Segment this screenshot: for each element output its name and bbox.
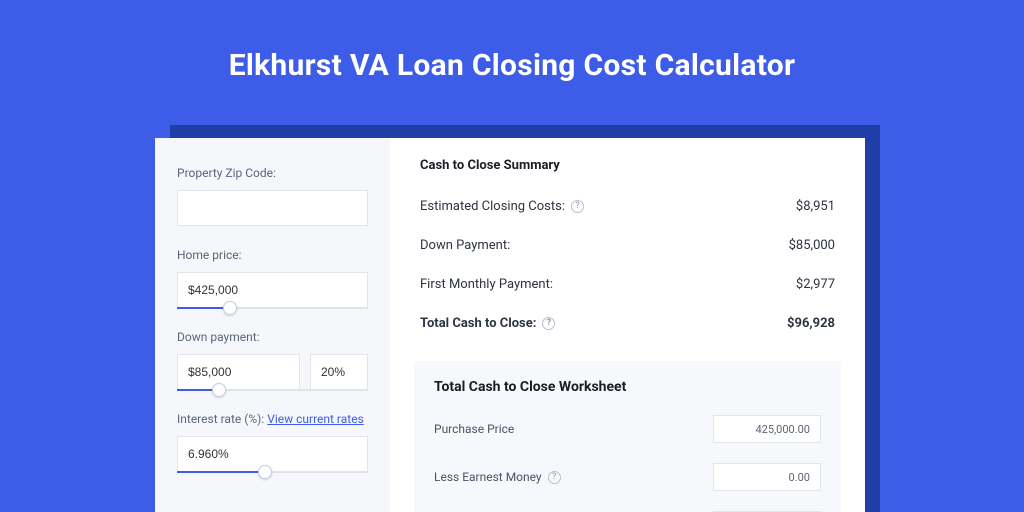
summary-key: First Monthly Payment: <box>420 277 553 292</box>
summary-total-key: Total Cash to Close: <box>420 316 536 331</box>
summary-key: Down Payment: <box>420 238 510 253</box>
home-price-input[interactable] <box>177 272 368 308</box>
interest-block: Interest rate (%): View current rates <box>177 412 368 472</box>
slider-thumb-icon[interactable] <box>212 383 226 397</box>
help-icon[interactable]: ? <box>548 471 561 484</box>
summary-value: $8,951 <box>796 199 835 214</box>
calculator-panel: Property Zip Code: Home price: Down paym… <box>155 138 865 512</box>
summary-key: Estimated Closing Costs: <box>420 199 565 214</box>
summary-heading: Cash to Close Summary <box>414 156 841 187</box>
worksheet-row: Purchase Price 425,000.00 <box>434 415 821 443</box>
summary-row: First Monthly Payment: $2,977 <box>414 265 841 304</box>
summary-total-row: Total Cash to Close: ? $96,928 <box>414 304 841 343</box>
down-payment-block: Down payment: <box>177 330 368 390</box>
down-payment-input[interactable] <box>177 354 300 390</box>
inputs-column: Property Zip Code: Home price: Down paym… <box>155 138 390 512</box>
page-title: Elkhurst VA Loan Closing Cost Calculator <box>0 0 1024 83</box>
section-gap <box>414 343 841 361</box>
down-payment-pct-input[interactable] <box>310 354 368 390</box>
worksheet-value[interactable]: 425,000.00 <box>713 415 821 443</box>
interest-label-text: Interest rate (%): <box>177 412 264 426</box>
slider-thumb-icon[interactable] <box>223 301 237 315</box>
results-column: Cash to Close Summary Estimated Closing … <box>390 138 865 512</box>
home-price-label: Home price: <box>177 248 368 262</box>
zip-block: Property Zip Code: <box>177 166 368 226</box>
interest-label: Interest rate (%): View current rates <box>177 412 368 426</box>
worksheet-title: Total Cash to Close Worksheet <box>434 379 821 395</box>
worksheet-row: Less Earnest Money ? 0.00 <box>434 463 821 491</box>
down-payment-label: Down payment: <box>177 330 368 344</box>
zip-input[interactable] <box>177 190 368 226</box>
help-icon[interactable]: ? <box>571 200 584 213</box>
worksheet-card: Total Cash to Close Worksheet Purchase P… <box>414 361 841 512</box>
summary-row: Estimated Closing Costs: ? $8,951 <box>414 187 841 226</box>
summary-value: $2,977 <box>796 277 835 292</box>
summary-row: Down Payment: $85,000 <box>414 226 841 265</box>
interest-input[interactable] <box>177 436 368 472</box>
summary-total-value: $96,928 <box>787 316 835 331</box>
slider-thumb-icon[interactable] <box>258 465 272 479</box>
home-price-block: Home price: <box>177 248 368 308</box>
summary-value: $85,000 <box>789 238 835 253</box>
worksheet-key: Less Earnest Money <box>434 470 542 484</box>
help-icon[interactable]: ? <box>542 317 555 330</box>
view-rates-link[interactable]: View current rates <box>267 412 364 426</box>
worksheet-key: Purchase Price <box>434 422 514 436</box>
worksheet-value[interactable]: 0.00 <box>713 463 821 491</box>
zip-label: Property Zip Code: <box>177 166 368 180</box>
